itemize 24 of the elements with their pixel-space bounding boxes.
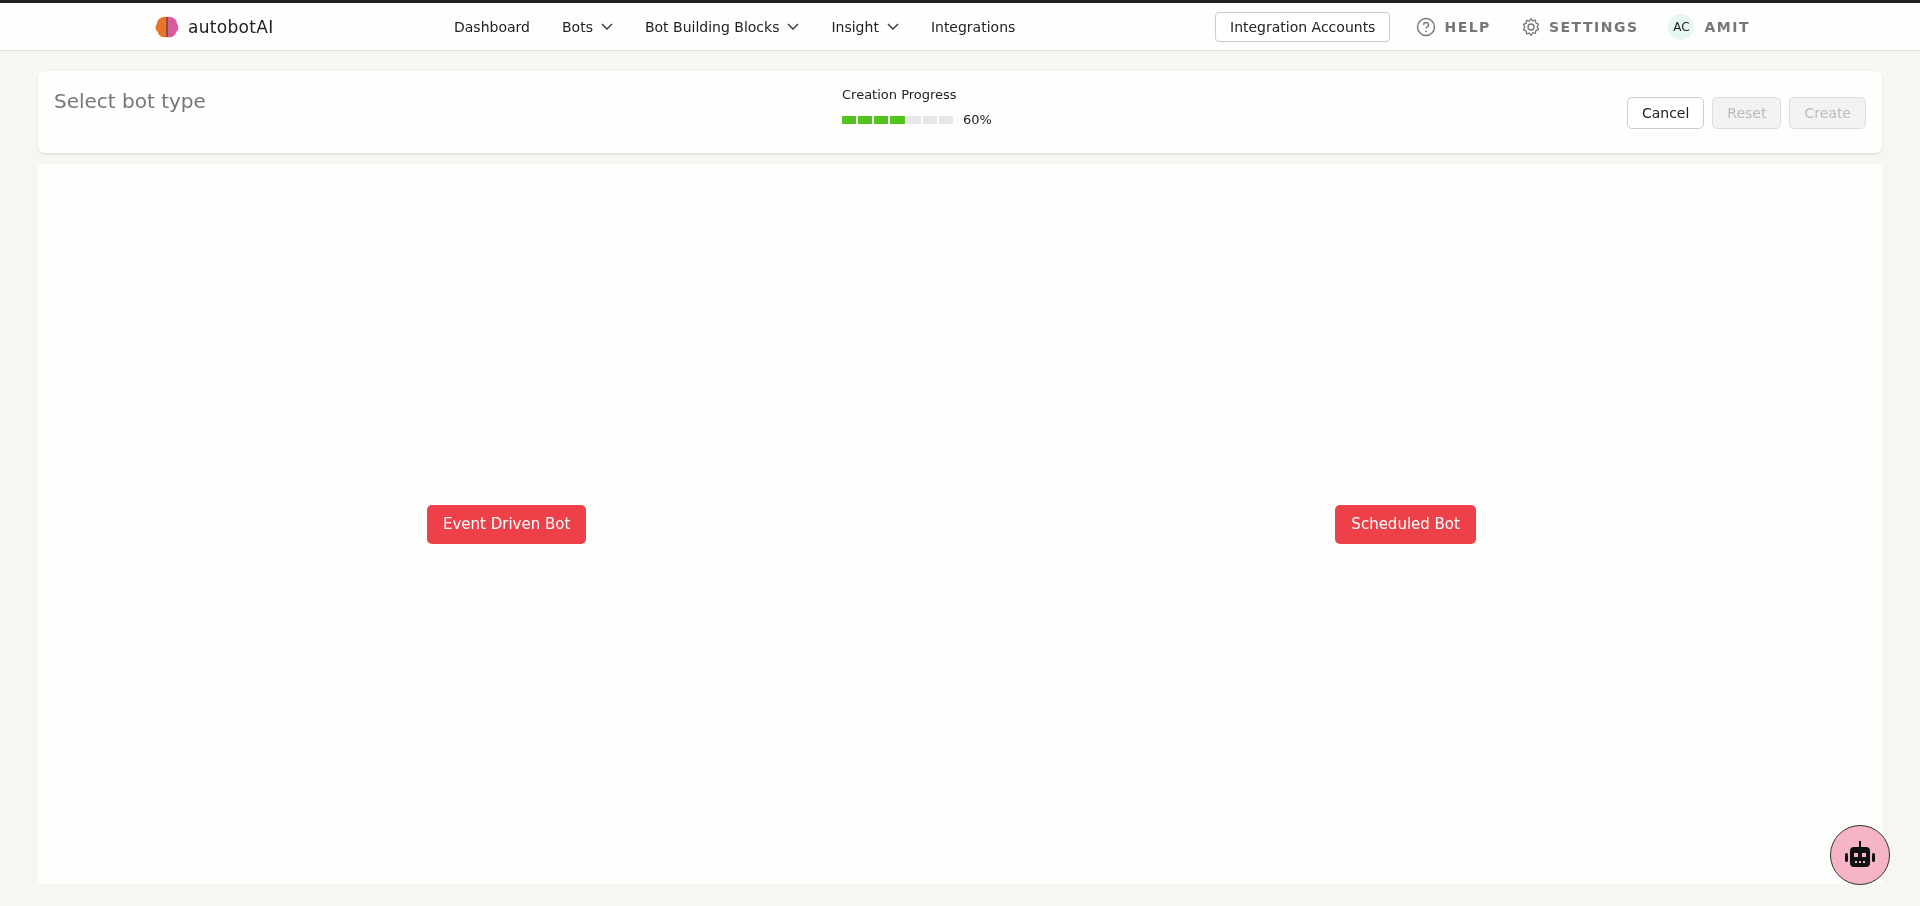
progress-label: Creation Progress	[842, 87, 958, 102]
nav-link[interactable]: Integrations	[930, 18, 1016, 35]
brain-logo-icon	[154, 14, 180, 39]
settings-icon	[1520, 16, 1541, 37]
nav-link[interactable]: Insight	[831, 18, 899, 35]
settings-link[interactable]: SETTINGS	[1520, 16, 1639, 37]
progress-reading: 60%	[963, 112, 992, 127]
robot-icon	[1843, 840, 1877, 870]
integration-accounts-button[interactable]: Integration Accounts	[1215, 11, 1391, 42]
nav-link[interactable]: Dashboard	[454, 18, 530, 35]
help-link[interactable]: HELP	[1416, 16, 1491, 37]
bot-type-button[interactable]: Event Driven Bot	[427, 504, 587, 544]
chevron-down-icon	[787, 22, 800, 31]
user-name[interactable]: AMIT	[1704, 18, 1750, 35]
chevron-down-icon	[600, 22, 613, 31]
action-button[interactable]: Cancel	[1626, 97, 1705, 129]
nav-link[interactable]: Bot Building Blocks	[644, 18, 800, 35]
brand-name[interactable]: autobotAI	[188, 16, 274, 37]
chevron-down-icon	[886, 22, 899, 31]
bot-type-button[interactable]: Scheduled Bot	[1335, 504, 1476, 544]
nav-link[interactable]: Bots	[561, 18, 613, 35]
page-title: Select bot type	[54, 89, 207, 113]
user-avatar[interactable]: AC	[1668, 13, 1695, 40]
help-icon	[1416, 16, 1437, 37]
